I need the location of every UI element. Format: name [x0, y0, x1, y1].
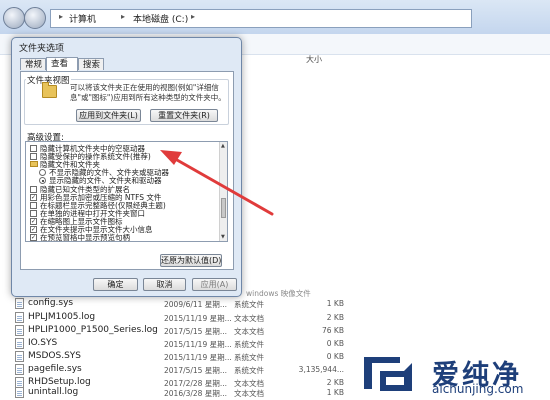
back-button[interactable]: [3, 7, 25, 29]
apply-to-folders-button[interactable]: 应用到文件夹(L): [76, 109, 141, 122]
file-row[interactable]: HPLJM1005.log 2015/11/19 星期... 文本文档 2 KB: [0, 311, 550, 325]
watermark-url: aichunjing.com: [432, 382, 524, 396]
restore-defaults-button[interactable]: 还原为默认值(D): [160, 254, 222, 267]
file-name: IO.SYS: [28, 338, 58, 348]
file-icon: [15, 338, 24, 349]
advanced-settings-list[interactable]: ▲ ▼ 隐藏计算机文件夹中的空驱动器 隐藏受保护的操作系统文件(推荐) 隐藏文件和文…: [25, 141, 228, 242]
address-bar[interactable]: ▸ 计算机 ▸ 本地磁盘 (C:) ▸: [50, 9, 472, 28]
file-date: 2015/11/19 星期...: [164, 353, 232, 362]
chevron-right-icon: ▸: [191, 12, 196, 21]
file-row[interactable]: config.sys 2009/6/11 星期... 系统文件 1 KB: [0, 297, 550, 311]
file-type: 文本文档: [234, 314, 264, 323]
folder-icon: [30, 161, 38, 168]
file-name: HPLIP1000_P1500_Series.log: [28, 325, 158, 335]
scroll-thumb[interactable]: [221, 198, 226, 218]
file-type: 文本文档: [234, 327, 264, 336]
checkbox-checked[interactable]: ✓: [30, 234, 37, 241]
file-name: unintall.log: [28, 387, 79, 397]
folder-options-dialog: 文件夹选项 常规 查看 搜索 文件夹视图 可以将该文件夹正在使用的视图(例如"详…: [11, 37, 242, 297]
file-size: 3,135,944...: [298, 365, 344, 374]
file-icon: [15, 364, 24, 375]
file-size: 1 KB: [326, 299, 344, 308]
file-date: 2017/5/15 星期...: [164, 366, 227, 375]
scroll-down-icon[interactable]: ▼: [221, 234, 225, 240]
ok-button[interactable]: 确定: [93, 278, 138, 291]
file-icon: [15, 325, 24, 336]
breadcrumb-local-disk[interactable]: 本地磁盘 (C:): [133, 12, 188, 25]
file-date: 2015/11/19 星期...: [164, 314, 232, 323]
explorer-titlebar: ▸ 计算机 ▸ 本地磁盘 (C:) ▸: [0, 0, 550, 35]
file-size: 2 KB: [326, 313, 344, 322]
checkbox-checked[interactable]: ✓: [30, 226, 37, 233]
file-name: pagefile.sys: [28, 364, 82, 374]
file-date: 2016/3/28 星期...: [164, 389, 227, 398]
file-date: 2009/6/11 星期...: [164, 300, 227, 309]
tab-search[interactable]: 搜索: [78, 58, 104, 70]
file-type: 系统文件: [234, 340, 264, 349]
checkbox-unchecked[interactable]: [30, 145, 37, 152]
breadcrumb-computer[interactable]: 计算机: [69, 12, 96, 25]
checkbox-unchecked[interactable]: [30, 185, 37, 193]
file-name: MSDOS.SYS: [28, 351, 81, 361]
scroll-up-icon[interactable]: ▲: [221, 143, 225, 149]
checkbox-checked[interactable]: ✓: [30, 193, 37, 201]
cancel-button[interactable]: 取消: [143, 278, 186, 291]
checkbox-checked[interactable]: ✓: [30, 217, 37, 225]
checkbox-unchecked[interactable]: [30, 201, 37, 209]
reset-folders-button[interactable]: 重置文件夹(R): [150, 109, 218, 122]
file-type: 文本文档: [234, 389, 264, 398]
file-size: 1 KB: [326, 388, 344, 397]
file-type: 系统文件: [234, 353, 264, 362]
file-icon: [15, 351, 24, 362]
folder-icon: [42, 82, 57, 98]
radio-unselected[interactable]: [39, 169, 46, 177]
advanced-setting-label: 在预览窗格中显示预览句柄: [40, 233, 130, 242]
advanced-setting-row[interactable]: ✓ 在预览窗格中显示预览句柄: [26, 233, 221, 242]
tab-view[interactable]: 查看: [46, 57, 78, 71]
file-row[interactable]: HPLIP1000_P1500_Series.log 2017/5/15 星期.…: [0, 324, 550, 338]
chevron-right-icon: ▸: [121, 12, 126, 21]
chevron-right-icon: ▸: [59, 12, 64, 21]
file-name: HPLJM1005.log: [28, 312, 96, 322]
file-size: 0 KB: [326, 339, 344, 348]
aichunjing-logo-icon: [364, 357, 412, 391]
file-row[interactable]: IO.SYS 2015/11/19 星期... 系统文件 0 KB: [0, 337, 550, 351]
dialog-title: 文件夹选项: [19, 44, 65, 54]
file-size: 76 KB: [322, 326, 344, 335]
forward-button[interactable]: [24, 7, 46, 29]
checkbox-unchecked[interactable]: [30, 209, 37, 217]
checkbox-unchecked[interactable]: [30, 153, 37, 161]
apply-button[interactable]: 应用(A): [192, 278, 237, 291]
file-size: 0 KB: [326, 352, 344, 361]
file-date: 2015/11/19 星期...: [164, 340, 232, 349]
radio-selected[interactable]: [39, 177, 46, 185]
column-header-size[interactable]: 大小: [306, 54, 322, 65]
file-icon: [15, 387, 24, 398]
file-icon: [15, 312, 24, 323]
file-type: 系统文件: [234, 300, 264, 309]
file-date: 2017/5/15 星期...: [164, 327, 227, 336]
tab-general[interactable]: 常规: [20, 58, 46, 70]
file-type: 系统文件: [234, 366, 264, 375]
file-icon: [15, 298, 24, 309]
folder-views-description: 可以将该文件夹正在使用的视图(例如"详细信息"或"图标")应用到所有这种类型的文…: [70, 83, 226, 102]
file-name: config.sys: [28, 298, 74, 308]
